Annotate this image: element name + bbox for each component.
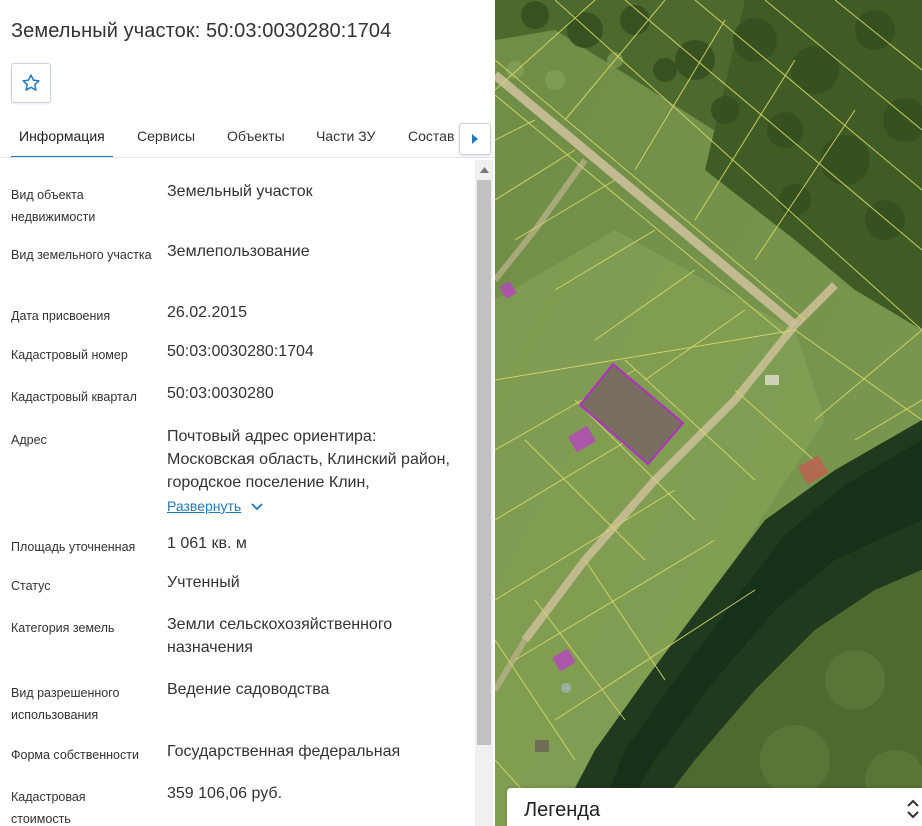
info-value: Учтенный xyxy=(167,574,240,591)
info-label: Категория земель xyxy=(11,621,115,635)
caret-right-icon xyxy=(472,134,478,144)
info-value: Ведение садоводства xyxy=(167,681,330,698)
info-value: Земли сельскохозяйственного назначения xyxy=(167,616,393,656)
info-row-land-category: Категория земель Земли сельскохозяйствен… xyxy=(11,616,471,667)
tabs-scroll-right-button[interactable] xyxy=(459,123,491,155)
info-row-cadastral-value: Кадастровая стоимость 359 106,06 руб. xyxy=(11,785,471,826)
page-title: Земельный участок: 50:03:0030280:1704 xyxy=(11,20,392,42)
favorite-button[interactable] xyxy=(11,63,51,103)
info-value: 26.02.2015 xyxy=(167,304,248,321)
legend-panel[interactable]: Легенда xyxy=(507,788,922,826)
tab-parts[interactable]: Части ЗУ xyxy=(316,115,375,157)
info-panel: Земельный участок: 50:03:0030280:1704 Ин… xyxy=(0,0,495,826)
info-row-object-type: Вид объекта недвижимости Земельный участ… xyxy=(11,183,471,234)
info-row-cadastral-quarter: Кадастровый квартал 50:03:0030280 xyxy=(11,385,471,412)
info-value: 50:03:0030280 xyxy=(167,385,274,402)
chevron-down-icon[interactable] xyxy=(251,503,263,511)
scroll-up-button[interactable] xyxy=(475,162,493,178)
info-row-permitted-use: Вид разрешенного использования Ведение с… xyxy=(11,681,471,732)
map-view[interactable] xyxy=(495,0,922,826)
expand-address-link[interactable]: Развернуть xyxy=(167,498,241,514)
info-value: 1 061 кв. м xyxy=(167,535,247,552)
expand-collapse-icon[interactable] xyxy=(906,798,920,820)
tab-bar: Информация Сервисы Объекты Части ЗУ Сост… xyxy=(0,115,495,158)
tab-services[interactable]: Сервисы xyxy=(137,115,195,157)
scrollbar[interactable] xyxy=(475,160,493,826)
info-row-area: Площадь уточненная 1 061 кв. м xyxy=(11,535,471,562)
info-row-ownership: Форма собственности Государственная феде… xyxy=(11,743,471,770)
tab-composition[interactable]: Состав xyxy=(408,115,454,157)
legend-title: Легенда xyxy=(524,799,601,821)
info-value: Почтовый адрес ориентира: Московская обл… xyxy=(167,428,450,491)
info-list: Вид объекта недвижимости Земельный участ… xyxy=(0,160,475,826)
info-label: Статус xyxy=(11,579,51,593)
info-value: Земельный участок xyxy=(167,183,313,200)
info-value: Землепользование xyxy=(167,243,310,260)
caret-up-icon xyxy=(479,167,489,173)
address-block: Почтовый адрес ориентира: Московская обл… xyxy=(167,425,452,518)
info-label: Кадастровый квартал xyxy=(11,390,137,404)
info-label: Вид земельного участка xyxy=(11,248,152,262)
info-label: Форма собственности xyxy=(11,748,139,762)
tab-objects[interactable]: Объекты xyxy=(227,115,285,157)
info-label: Адрес xyxy=(11,433,47,447)
info-label: Площадь уточненная xyxy=(11,540,136,554)
info-label: Вид разрешенного использования xyxy=(11,686,120,722)
info-value: 50:03:0030280:1704 xyxy=(167,343,314,360)
info-label: Дата присвоения xyxy=(11,309,111,323)
satellite-map[interactable] xyxy=(495,0,922,826)
info-row-address: Адрес Почтовый адрес ориентира: Московск… xyxy=(11,428,471,524)
tab-info[interactable]: Информация xyxy=(11,115,113,157)
info-value: 359 106,06 руб. xyxy=(167,785,283,802)
info-label: Кадастровая стоимость xyxy=(11,790,86,826)
info-value: Государственная федеральная xyxy=(167,743,401,760)
info-row-cadastral-number: Кадастровый номер 50:03:0030280:1704 xyxy=(11,343,471,370)
info-row-land-type: Вид земельного участка Землепользование xyxy=(11,243,471,294)
star-icon xyxy=(22,74,40,91)
info-row-status: Статус Учтенный xyxy=(11,574,471,601)
info-label: Кадастровый номер xyxy=(11,348,128,362)
info-label: Вид объекта недвижимости xyxy=(11,188,96,224)
info-row-date: Дата присвоения 26.02.2015 xyxy=(11,304,471,331)
scrollbar-thumb[interactable] xyxy=(477,180,491,745)
